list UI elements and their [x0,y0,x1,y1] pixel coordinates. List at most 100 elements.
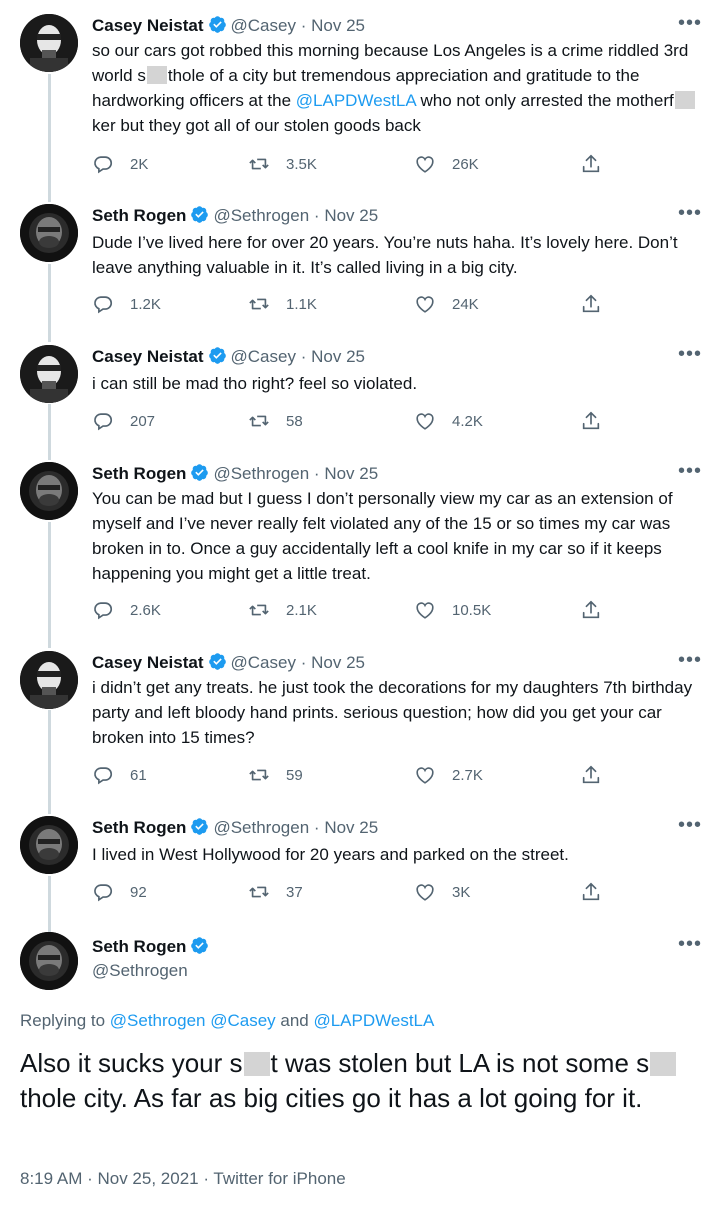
avatar-casey[interactable] [20,345,78,403]
tweet-text: I lived in West Hollywood for 20 years a… [92,845,569,864]
tweet-date[interactable]: Nov 25 [311,16,365,35]
like-button[interactable]: 3K [414,880,470,904]
verified-badge-icon [208,16,226,33]
like-button[interactable]: 4.2K [414,409,483,433]
author-name[interactable]: Casey Neistat [92,16,204,35]
reply-icon [92,599,130,621]
tweet-header: Casey Neistat @Casey · Nov 25 [92,651,365,675]
retweet-icon [248,410,286,432]
reply-count: 2K [130,155,149,173]
retweet-button[interactable]: 58 [248,409,303,433]
like-count: 3K [452,883,471,901]
tweet-date[interactable]: Nov 25 [324,464,378,483]
retweet-button[interactable]: 2.1K [248,598,317,622]
separator: · [300,347,307,366]
tweet-text: Dude I’ve lived here for over 20 years. … [92,233,678,277]
more-options-icon[interactable]: ••• [676,203,704,228]
share-icon [580,599,602,621]
text-segment: Also it sucks your s [20,1048,243,1078]
avatar-seth[interactable] [20,204,78,262]
reply-count: 207 [130,412,156,430]
text-segment: thole city. As far as big cities go it h… [20,1083,643,1113]
more-options-icon[interactable]: ••• [676,344,704,369]
replying-and: and [275,1011,314,1030]
more-options-icon[interactable]: ••• [676,815,704,840]
like-button[interactable]: 2.7K [414,763,483,787]
share-button[interactable] [580,880,602,904]
retweet-icon [248,881,286,903]
share-icon [580,881,602,903]
author-handle[interactable]: @Sethrogen [213,206,309,225]
author-handle[interactable]: @Sethrogen [213,464,309,483]
retweet-count: 3.5K [286,155,317,173]
text-segment: who not only arrested the motherf [415,91,674,110]
author-name[interactable]: Casey Neistat [92,653,204,672]
mention-link[interactable]: @LAPDWestLA [296,91,416,110]
avatar-seth[interactable] [20,816,78,874]
mention-link[interactable]: @LAPDWestLA [313,1011,434,1030]
author-name[interactable]: Casey Neistat [92,347,204,366]
tweet-actions: 2K 3.5K 26K [92,152,632,176]
author-name[interactable]: Seth Rogen [92,818,186,837]
like-button[interactable]: 24K [414,292,479,316]
reply-count: 2.6K [130,601,161,619]
tweet-actions: 61 59 2.7K [92,763,632,787]
reply-icon [92,881,130,903]
author-handle[interactable]: @Sethrogen [92,959,213,983]
tweet-date[interactable]: Nov 25 [311,653,365,672]
more-options-icon[interactable]: ••• [676,461,704,486]
reply-button[interactable]: 207 [92,409,155,433]
reply-button[interactable]: 61 [92,763,147,787]
share-button[interactable] [580,292,602,316]
tweet-timestamp[interactable]: 8:19 AM · Nov 25, 2021 · Twitter for iPh… [20,1167,346,1191]
separator: · [300,653,307,672]
more-options-icon[interactable]: ••• [676,650,704,675]
author-name[interactable]: Seth Rogen [92,206,186,225]
focused-tweet-text: Also it sucks your s t was stolen but LA … [20,1046,710,1116]
author-handle[interactable]: @Casey [231,653,296,672]
retweet-button[interactable]: 3.5K [248,152,317,176]
author-name[interactable]: Seth Rogen [92,464,186,483]
tweet-actions: 1.2K 1.1K 24K [92,292,632,316]
avatar-casey[interactable] [20,14,78,72]
author-handle[interactable]: @Casey [231,347,296,366]
avatar-casey[interactable] [20,651,78,709]
share-button[interactable] [580,152,602,176]
more-options-icon[interactable]: ••• [676,13,704,38]
thread-page: Casey Neistat @Casey · Nov 25 ••• so our … [0,0,720,1211]
avatar-seth[interactable] [20,932,78,990]
like-count: 2.7K [452,766,483,784]
like-count: 24K [452,295,479,313]
retweet-button[interactable]: 37 [248,880,303,904]
share-button[interactable] [580,598,602,622]
thread-line [48,876,51,932]
verified-badge-icon [191,818,209,835]
more-options-icon[interactable]: ••• [676,934,704,959]
like-count: 26K [452,155,479,173]
like-button[interactable]: 26K [414,152,479,176]
tweet-text: i didn’t get any treats. he just took th… [92,678,693,747]
author-name[interactable]: Seth Rogen [92,937,186,956]
mention-link[interactable]: @Sethrogen @Casey [110,1011,276,1030]
like-button[interactable]: 10.5K [414,598,491,622]
tweet-date[interactable]: Nov 25 [311,347,365,366]
reply-icon [92,764,130,786]
share-button[interactable] [580,763,602,787]
replying-label: Replying to [20,1011,110,1030]
tweet-header: Casey Neistat @Casey · Nov 25 [92,14,365,38]
share-button[interactable] [580,409,602,433]
tweet-date[interactable]: Nov 25 [324,818,378,837]
tweet-date[interactable]: Nov 25 [324,206,378,225]
avatar-seth[interactable] [20,462,78,520]
retweet-button[interactable]: 59 [248,763,303,787]
author-handle[interactable]: @Casey [231,16,296,35]
retweet-button[interactable]: 1.1K [248,292,317,316]
reply-button[interactable]: 2.6K [92,598,161,622]
author-handle[interactable]: @Sethrogen [213,818,309,837]
reply-button[interactable]: 1.2K [92,292,161,316]
censor-block [146,66,167,84]
reply-button[interactable]: 92 [92,880,147,904]
retweet-count: 37 [286,883,303,901]
reply-button[interactable]: 2K [92,152,148,176]
censor-block [243,1052,270,1076]
